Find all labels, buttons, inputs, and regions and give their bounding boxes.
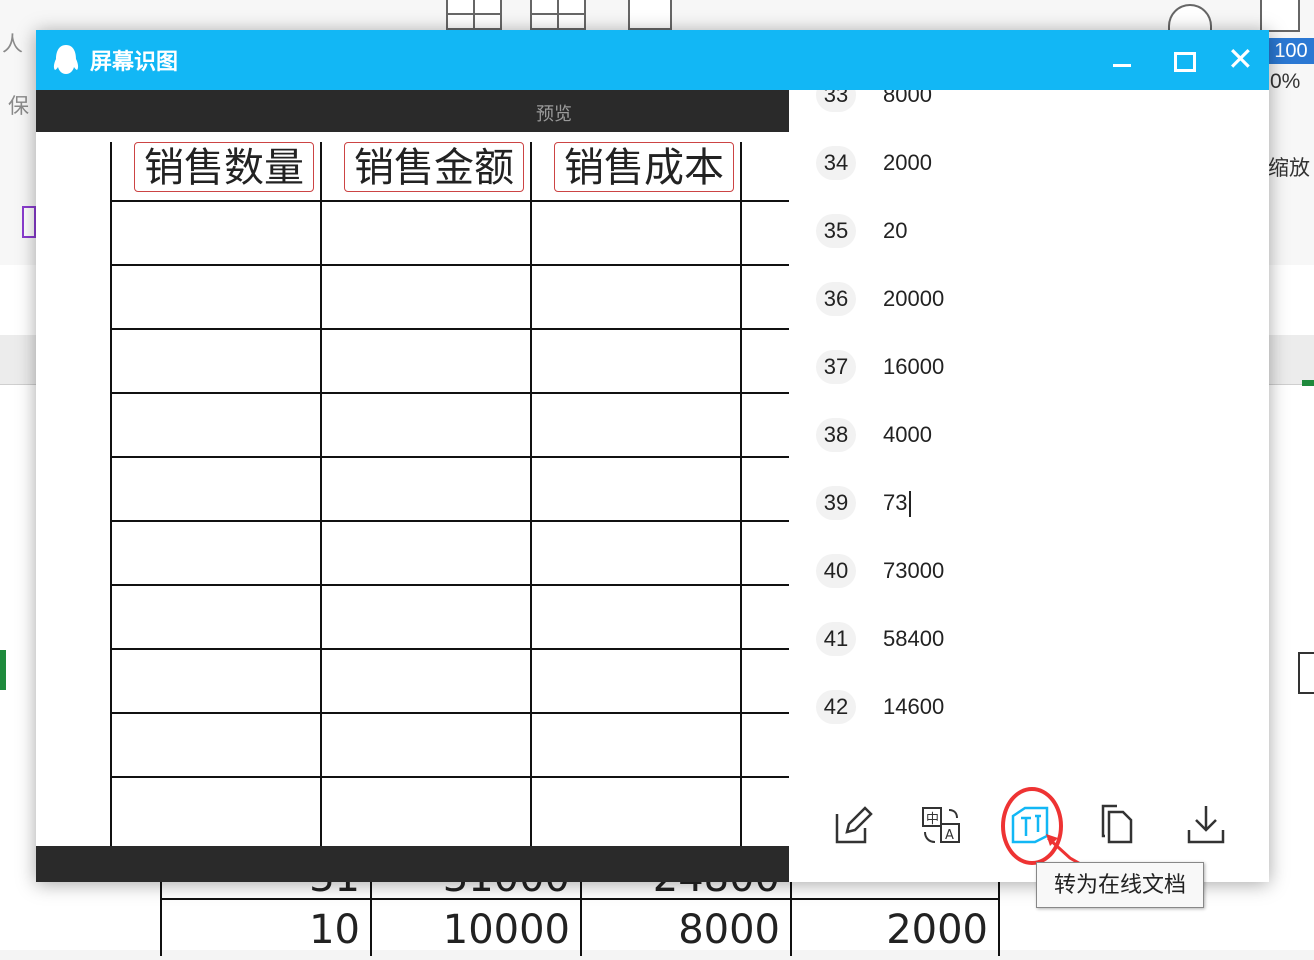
table-cell: 10: [160, 900, 370, 956]
result-line[interactable]: 39 73: [789, 486, 1269, 526]
download-button[interactable]: [1183, 802, 1229, 848]
image-preview: 预览 销售数量销售金额销售成本5656000448001414000112001…: [36, 90, 789, 882]
line-text[interactable]: 20: [883, 214, 907, 248]
minimize-button[interactable]: [1104, 42, 1140, 78]
bg-zoom-label: 缩放: [1268, 157, 1310, 180]
line-text[interactable]: 4000: [883, 418, 932, 452]
table-cell: 2000: [790, 900, 1000, 956]
qq-penguin-icon: [53, 45, 79, 74]
preview-label: 预览: [536, 104, 572, 124]
text-cursor: [909, 491, 912, 518]
translate-icon: 中 A: [922, 807, 960, 843]
line-text[interactable]: 73000: [883, 554, 944, 588]
table-grid-line: [530, 142, 532, 852]
table-row-line: [110, 392, 789, 394]
page-icon: [628, 0, 672, 30]
table-row-line: [110, 776, 789, 778]
svg-text:中: 中: [926, 812, 939, 827]
row-indicator: [0, 650, 6, 690]
table-row-line: [110, 712, 789, 714]
table-icon: [446, 0, 502, 30]
zoom-badge: 100: [1268, 38, 1314, 64]
search-icon: [1168, 4, 1212, 30]
line-number: 41: [816, 622, 856, 656]
recognition-results[interactable]: 33 8000 34 2000 35 20 36 20000 37 16000 38 4000 39 73…: [789, 90, 1269, 782]
line-text[interactable]: 2000: [883, 146, 932, 180]
close-icon: ✕: [1227, 41, 1254, 77]
result-line[interactable]: 34 2000: [789, 146, 1269, 186]
column-header: 销售数量: [134, 142, 314, 192]
window-title: 屏幕识图: [90, 49, 179, 74]
preview-bottom-strip: [36, 846, 789, 882]
bg-text-fragment: 人: [2, 33, 23, 56]
line-number: 33: [816, 90, 856, 112]
page-icon: [1260, 0, 1300, 32]
table-grid-line: [320, 142, 322, 852]
result-line[interactable]: 37 16000: [789, 350, 1269, 390]
line-text[interactable]: 20000: [883, 282, 944, 316]
svg-text:A: A: [945, 828, 954, 843]
edit-icon: [835, 806, 873, 844]
line-number: 42: [816, 690, 856, 724]
table-grid-line: [740, 142, 742, 852]
maximize-button[interactable]: [1164, 42, 1200, 78]
line-number: 34: [816, 146, 856, 180]
table-row-line: [110, 456, 789, 458]
bg-text-fragment: 保: [8, 95, 29, 118]
table-row-line: [110, 200, 789, 202]
line-number: 37: [816, 350, 856, 384]
result-line[interactable]: 41 58400: [789, 622, 1269, 662]
line-text[interactable]: 14600: [883, 690, 944, 724]
column-header: 销售金额: [344, 142, 524, 192]
table-row-line: [110, 584, 789, 586]
cell-indicator: [1302, 380, 1314, 386]
result-line[interactable]: 40 73000: [789, 554, 1269, 594]
translate-button[interactable]: 中 A: [919, 802, 965, 848]
table-cell: 8000: [580, 900, 790, 956]
result-line[interactable]: 36 20000: [789, 282, 1269, 322]
table-cell: 10000: [370, 900, 580, 956]
table-row-line: [110, 264, 789, 266]
title-bar[interactable]: 屏幕识图 ✕: [36, 30, 1269, 90]
table-row-line: [110, 328, 789, 330]
line-text[interactable]: 8000: [883, 90, 932, 112]
close-button[interactable]: ✕: [1224, 41, 1260, 78]
table-row-line: [110, 648, 789, 650]
edit-button[interactable]: [831, 802, 877, 848]
table-row: 10 10000 8000 2000: [160, 898, 1000, 956]
line-text[interactable]: 73: [883, 486, 912, 520]
line-number: 36: [816, 282, 856, 316]
scroll-handle: [1298, 652, 1314, 694]
result-line[interactable]: 38 4000: [789, 418, 1269, 458]
result-line[interactable]: 42 14600: [789, 690, 1269, 730]
screen-recognition-window: 屏幕识图 ✕ 预览 销售数量销售金额销售成本565600044800141400…: [36, 30, 1269, 882]
zoom-percent: 0%: [1270, 70, 1301, 93]
line-text[interactable]: 16000: [883, 350, 944, 384]
column-header: 销售成本: [554, 142, 734, 192]
table-grid-line: [110, 142, 112, 852]
table-icon: [530, 0, 586, 30]
table-row-line: [110, 520, 789, 522]
line-number: 39: [816, 486, 856, 520]
line-number: 35: [816, 214, 856, 248]
result-line[interactable]: 33 8000: [789, 90, 1269, 118]
tooltip-convert-online-doc: 转为在线文档: [1036, 862, 1204, 908]
download-icon: [1187, 806, 1225, 844]
line-number: 38: [816, 418, 856, 452]
save-icon: [22, 206, 36, 238]
line-text[interactable]: 58400: [883, 622, 944, 656]
preview-top-strip: 预览: [36, 90, 789, 132]
line-number: 40: [816, 554, 856, 588]
result-line[interactable]: 35 20: [789, 214, 1269, 254]
